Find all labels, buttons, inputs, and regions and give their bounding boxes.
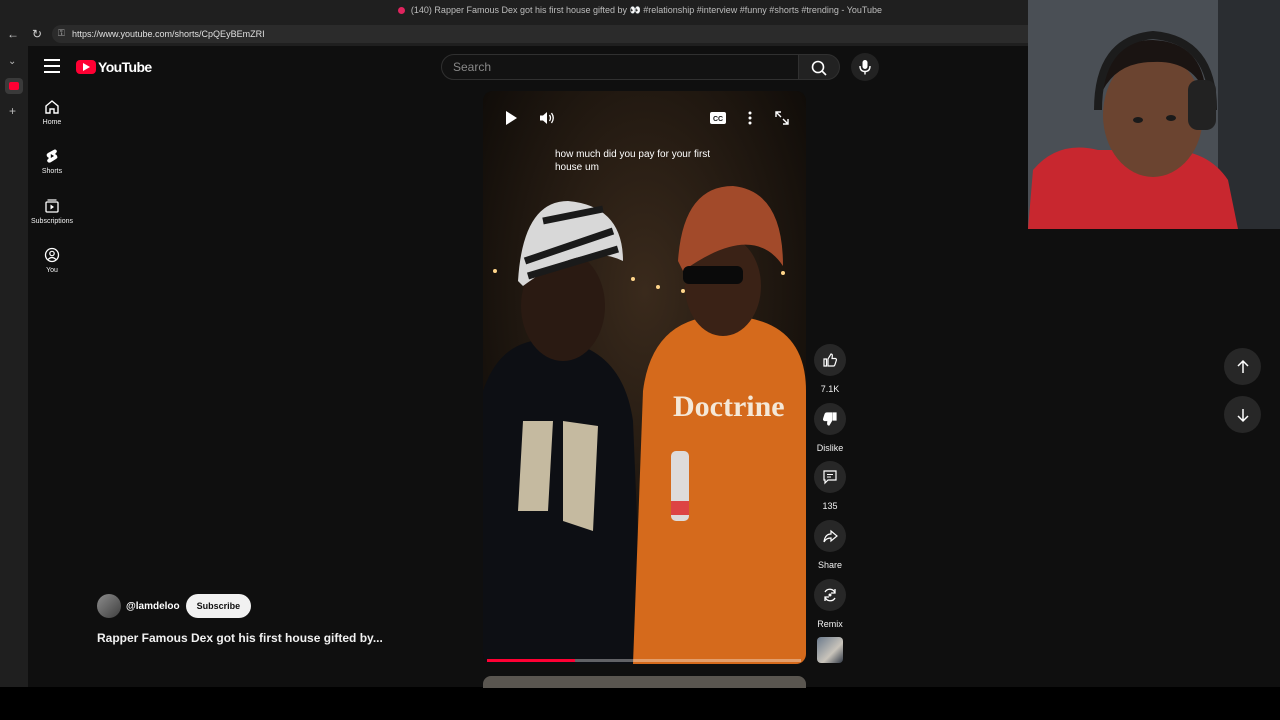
captions-button[interactable]: CC <box>709 109 727 132</box>
subscriptions-icon <box>45 199 59 213</box>
home-icon <box>45 100 59 114</box>
search-button[interactable] <box>798 54 840 80</box>
comment-icon <box>823 470 837 485</box>
shorts-icon <box>46 149 58 163</box>
remix-button[interactable]: Remix <box>812 579 848 629</box>
vertical-tab-strip: ⌄ + <box>0 46 28 687</box>
sidebar-item-subscriptions[interactable]: Subscriptions <box>30 198 74 225</box>
address-url[interactable]: https://www.youtube.com/shorts/CpQEyBEmZ… <box>72 29 265 39</box>
arrow-up-icon <box>1236 359 1249 373</box>
channel-info: @lamdeloo Subscribe <box>97 594 252 618</box>
site-info-icon[interactable]: ⚿ <box>58 28 65 39</box>
dislike-button[interactable]: Dislike <box>812 403 848 453</box>
comment-count: 135 <box>822 501 838 511</box>
fullscreen-button[interactable] <box>773 109 791 132</box>
youtube-logo[interactable]: YouTube <box>76 59 152 75</box>
play-icon <box>506 111 517 125</box>
youtube-play-logo-icon <box>76 60 96 74</box>
previous-short-button[interactable] <box>1224 348 1261 385</box>
remix-label: Remix <box>817 619 843 629</box>
play-button[interactable] <box>502 109 520 132</box>
video-frame: Doctrine <box>483 91 806 664</box>
thumbs-up-icon <box>823 353 838 367</box>
sidebar-item-label: You <box>46 267 58 274</box>
volume-icon <box>540 112 554 124</box>
sidebar-item-label: Home <box>42 119 62 126</box>
reload-icon[interactable]: ↻ <box>30 27 44 41</box>
svg-text:CC: CC <box>713 116 723 123</box>
address-bar[interactable]: ⚿ https://www.youtube.com/shorts/CpQEyBE… <box>52 25 1134 43</box>
arrow-down-icon <box>1236 408 1249 422</box>
sidebar-item-shorts[interactable]: Shorts <box>30 148 74 175</box>
short-video-player[interactable]: Doctrine CC how much did you pay for you… <box>483 91 806 664</box>
sidebar-item-label: Shorts <box>41 168 63 175</box>
youtube-tab-icon[interactable] <box>5 78 23 94</box>
dislike-label: Dislike <box>816 443 844 453</box>
microphone-icon <box>859 60 871 75</box>
video-progress-bar[interactable] <box>487 659 801 662</box>
comments-button[interactable]: 135 <box>812 461 848 511</box>
expand-icon <box>775 111 789 125</box>
more-options-button[interactable] <box>741 109 759 132</box>
sidebar-item-label: Subscriptions <box>30 218 74 225</box>
search-input[interactable] <box>442 55 798 79</box>
share-button[interactable]: Share <box>812 520 848 570</box>
chevron-down-icon[interactable]: ⌄ <box>8 56 16 67</box>
like-count: 7.1K <box>820 384 840 394</box>
video-caption: how much did you pay for your first hous… <box>555 149 711 173</box>
volume-button[interactable] <box>538 109 556 132</box>
sidebar-item-home[interactable]: Home <box>30 99 74 126</box>
short-title[interactable]: Rapper Famous Dex got his first house gi… <box>97 631 383 645</box>
next-short-button[interactable] <box>1224 396 1261 433</box>
next-short-preview[interactable] <box>483 676 806 688</box>
menu-icon[interactable] <box>44 59 60 73</box>
search-box <box>441 54 799 80</box>
share-label: Share <box>817 560 843 570</box>
webcam-overlay <box>1028 0 1280 229</box>
thumbs-down-icon <box>822 412 837 426</box>
video-progress-fill <box>487 659 575 662</box>
sound-thumbnail[interactable] <box>817 637 843 663</box>
logo-wordmark: YouTube <box>98 59 152 75</box>
subscribe-button[interactable]: Subscribe <box>185 594 252 618</box>
more-vertical-icon <box>748 111 752 125</box>
like-button[interactable]: 7.1K <box>812 344 848 394</box>
channel-handle[interactable]: @lamdeloo <box>126 601 180 612</box>
share-icon <box>823 529 838 543</box>
new-tab-icon[interactable]: + <box>9 104 16 118</box>
recording-dot-icon <box>397 7 405 15</box>
voice-search-button[interactable] <box>851 53 879 81</box>
svg-text:Doctrine: Doctrine <box>673 390 785 423</box>
avatar[interactable] <box>97 594 121 618</box>
sidebar-item-you[interactable]: You <box>30 247 74 274</box>
webcam-feed <box>1028 0 1280 229</box>
you-icon <box>44 247 60 263</box>
search-icon <box>811 60 827 76</box>
remix-icon <box>824 588 836 602</box>
cc-icon: CC <box>710 112 726 124</box>
window-title-text: (140) Rapper Famous Dex got his first ho… <box>410 5 883 15</box>
back-arrow-icon[interactable]: ← <box>6 27 20 41</box>
